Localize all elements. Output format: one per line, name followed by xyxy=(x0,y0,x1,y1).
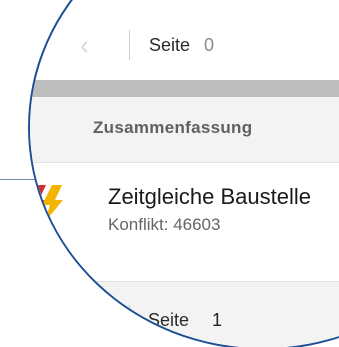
chevron-left-icon[interactable]: ‹ xyxy=(80,32,89,58)
conflict-title: Zeitgleiche Baustelle xyxy=(108,184,312,209)
page-number: 0 xyxy=(204,35,215,55)
conflict-card[interactable]: Zeitgleiche Baustelle Konflikt: 46603 xyxy=(30,162,339,282)
lens-content: ‹ Seite 0 Zusammenfassung Zeitgleiche Ba… xyxy=(30,2,339,347)
page-label: Seite xyxy=(149,35,191,55)
summary-title: Zusammenfassung xyxy=(93,118,253,137)
divider xyxy=(129,30,130,60)
page-label: Seite xyxy=(148,310,190,330)
chevron-left-icon[interactable]: ‹ xyxy=(80,307,89,333)
magnifier-lens: ‹ Seite 0 Zusammenfassung Zeitgleiche Ba… xyxy=(28,0,339,347)
conflict-id: Konflikt: 46603 xyxy=(108,215,221,234)
pager-bottom: ‹ Seite 1 xyxy=(30,302,339,342)
page-number: 1 xyxy=(212,310,223,330)
magnified-view: ‹ Seite 0 Zusammenfassung Zeitgleiche Ba… xyxy=(0,0,339,347)
divider xyxy=(129,305,130,335)
double-lightning-bolt-icon xyxy=(30,185,63,223)
section-separator xyxy=(30,80,339,97)
pager-top: ‹ Seite 0 xyxy=(30,27,339,67)
